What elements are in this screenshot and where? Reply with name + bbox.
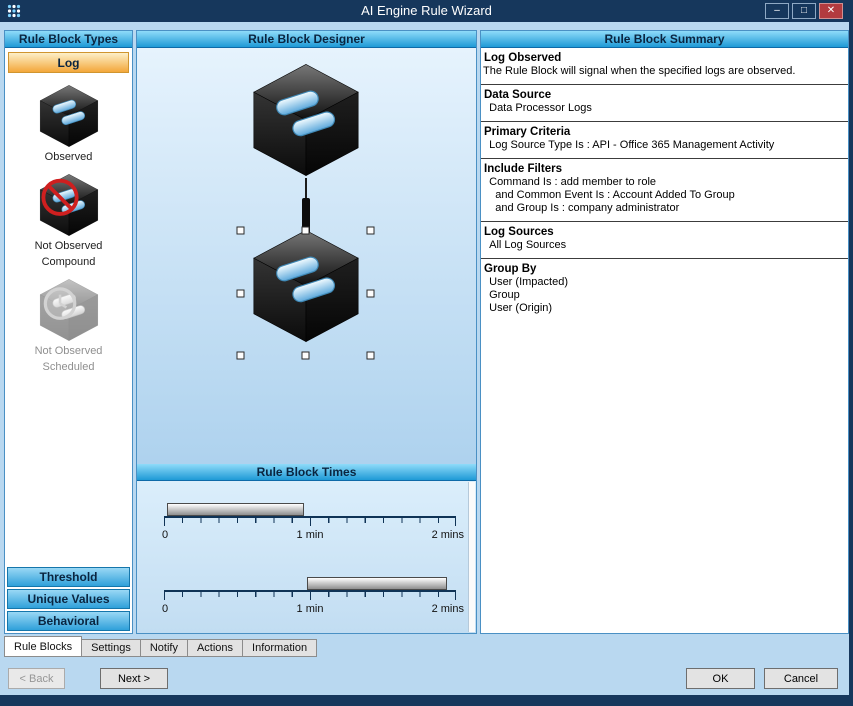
rule-block-times-area: 0 1 min 2 mins 0 1 min 2 mins [137,481,476,633]
not-observed-compound-icon [37,173,101,237]
rule-block-types-panel: Rule Block Types Log Observed Not Observ… [4,30,133,634]
unique-values-category-button[interactable]: Unique Values [7,589,130,609]
threshold-category-button[interactable]: Threshold [7,567,130,587]
tab-rule-blocks[interactable]: Rule Blocks [4,636,82,657]
ai-engine-rule-wizard-window: AI Engine Rule Wizard – □ ✕ Rule Block T… [0,0,853,706]
summary-section-title: Include Filters [483,163,842,175]
type-item-observed[interactable]: Observed [5,84,132,164]
tab-settings[interactable]: Settings [81,639,141,657]
log-block-node-selected[interactable] [254,230,358,341]
summary-section-title: Log Sources [483,226,842,238]
rule-block-designer-panel: Rule Block Designer Rule Block Times [136,30,477,634]
tick-major [455,592,456,600]
type-label: Compound [42,256,96,269]
time-slider-2-labels: 0 1 min 2 mins [164,603,456,617]
summary-line: Command Is : add member to role [483,176,842,189]
minimize-button[interactable]: – [765,3,789,19]
time-slider-1-labels: 0 1 min 2 mins [164,529,456,543]
close-button[interactable]: ✕ [819,3,843,19]
tick-major [310,592,311,600]
summary-section-log-observed: Log Observed The Rule Block will signal … [481,48,848,85]
tick-major [455,518,456,526]
summary-section-include-filters: Include Filters Command Is : add member … [481,159,848,222]
tab-actions[interactable]: Actions [187,639,243,657]
summary-section-title: Data Source [483,89,842,101]
back-button: < Back [8,668,65,689]
window-bottom-edge [0,695,853,706]
summary-line: Log Source Type Is : API - Office 365 Ma… [483,139,842,152]
rule-block-summary-header: Rule Block Summary [481,31,848,48]
designer-canvas[interactable] [137,48,476,464]
left-panel-spacer [5,374,132,566]
tab-notify[interactable]: Notify [140,639,188,657]
rule-block-times-header: Rule Block Times [137,464,476,481]
rule-block-designer-header: Rule Block Designer [137,31,476,48]
time-slider-1: 0 1 min 2 mins [164,503,456,549]
type-item-not-observed-compound[interactable]: Not Observed Compound [5,173,132,269]
summary-line: User (Impacted) [483,276,842,289]
summary-line: The Rule Block will signal when the spec… [483,65,842,78]
summary-section-title: Log Observed [483,52,842,64]
summary-content: Log Observed The Rule Block will signal … [481,48,848,633]
time-slider-2-bar[interactable] [307,577,447,590]
rule-block-summary-panel: Rule Block Summary Log Observed The Rule… [480,30,849,634]
summary-section-primary-criteria: Primary Criteria Log Source Type Is : AP… [481,122,848,159]
summary-section-group-by: Group By User (Impacted) Group User (Ori… [481,259,848,321]
summary-section-title: Group By [483,263,842,275]
summary-line: Data Processor Logs [483,102,842,115]
slider-label-2mins: 2 mins [432,603,464,615]
summary-section-data-source: Data Source Data Processor Logs [481,85,848,122]
not-observed-scheduled-icon [37,278,101,342]
summary-line: and Common Event Is : Account Added To G… [483,189,842,202]
next-button[interactable]: Next > [100,668,168,689]
slider-label-0: 0 [162,603,168,615]
slider-label-2mins: 2 mins [432,529,464,541]
log-block-node-top[interactable] [254,64,358,175]
cancel-button[interactable]: Cancel [764,668,838,689]
summary-line: and Group Is : company administrator [483,202,842,215]
time-slider-2: 0 1 min 2 mins [164,577,456,623]
summary-line: All Log Sources [483,239,842,252]
tick-major [164,518,165,526]
behavioral-category-button[interactable]: Behavioral [7,611,130,631]
type-label: Scheduled [43,361,95,374]
summary-line: Group [483,289,842,302]
type-item-not-observed-scheduled: Not Observed Scheduled [5,278,132,374]
slider-label-1min: 1 min [297,529,324,541]
wizard-tabstrip: Rule Blocks Settings Notify Actions Info… [4,636,317,657]
window-controls: – □ ✕ [765,3,843,19]
rule-block-types-header: Rule Block Types [5,31,132,48]
window-title: AI Engine Rule Wizard [0,3,853,18]
tab-information[interactable]: Information [242,639,317,657]
window-right-edge [849,0,853,706]
slider-label-0: 0 [162,529,168,541]
ok-button[interactable]: OK [686,668,755,689]
designer-canvas-graphic [137,48,476,464]
type-label: Observed [45,151,93,164]
summary-line: User (Origin) [483,302,842,315]
observed-cube-icon [37,84,101,148]
type-label: Not Observed [35,345,103,358]
tick-major [310,518,311,526]
log-category-button[interactable]: Log [8,52,129,73]
time-slider-1-bar[interactable] [167,503,304,516]
slider-label-1min: 1 min [297,603,324,615]
times-scrollbar[interactable] [468,482,475,632]
titlebar[interactable]: AI Engine Rule Wizard – □ ✕ [0,0,853,22]
type-label: Not Observed [35,240,103,253]
summary-section-title: Primary Criteria [483,126,842,138]
summary-section-log-sources: Log Sources All Log Sources [481,222,848,259]
tick-major [164,592,165,600]
maximize-button[interactable]: □ [792,3,816,19]
